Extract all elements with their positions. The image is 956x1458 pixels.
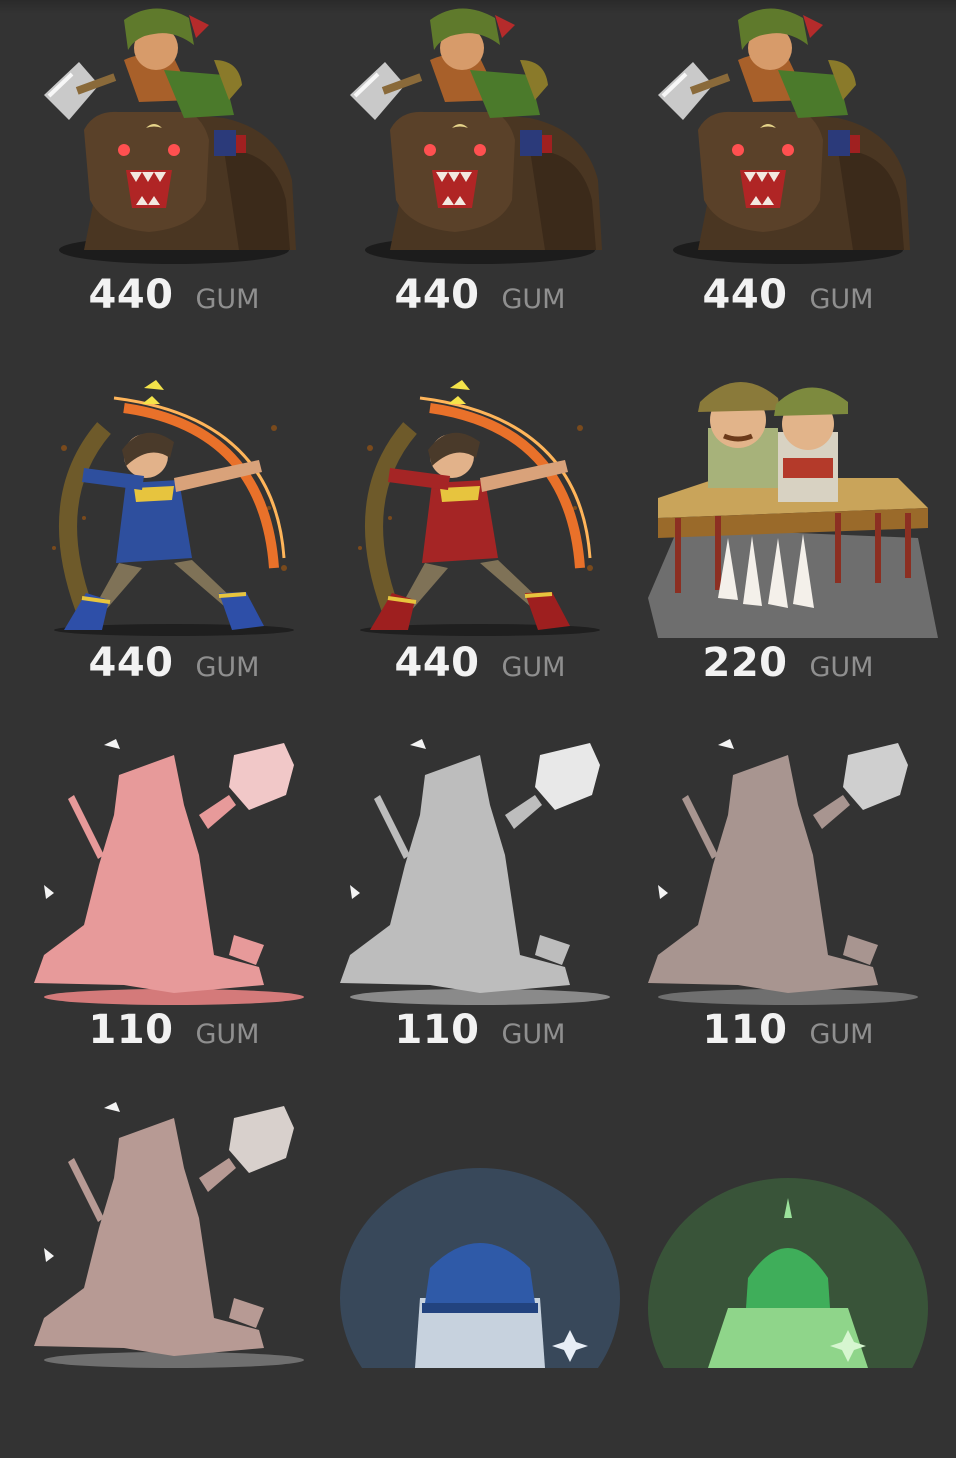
- price-amount: 110: [394, 1007, 480, 1053]
- price-amount: 440: [394, 272, 480, 318]
- shop-item[interactable]: 440 GUM: [330, 0, 630, 360]
- price-tag: 110 GUM: [638, 1007, 938, 1077]
- price-amount: 440: [702, 272, 788, 318]
- price-unit: GUM: [195, 284, 260, 315]
- price-unit: GUM: [501, 652, 566, 683]
- shop-item[interactable]: [638, 1098, 938, 1458]
- shop-item[interactable]: 440 GUM: [330, 368, 630, 728]
- green-dome-sprite-icon: [638, 1098, 938, 1368]
- knight-silhouette-sprite-icon: [24, 735, 324, 1005]
- price-tag: 110 GUM: [330, 1007, 630, 1077]
- shop-item[interactable]: [330, 1098, 630, 1458]
- knight-silhouette-sprite-icon: [638, 735, 938, 1005]
- blue-helmet-sprite-icon: [330, 1098, 630, 1368]
- price-tag: 110 GUM: [24, 1007, 324, 1077]
- knight-silhouette-sprite-icon: [24, 1098, 324, 1368]
- shop-item[interactable]: 440 GUM: [24, 0, 324, 360]
- price-unit: GUM: [809, 652, 874, 683]
- price-amount: 440: [394, 640, 480, 686]
- price-amount: 440: [88, 640, 174, 686]
- price-tag: 440 GUM: [638, 272, 938, 342]
- shop-item[interactable]: 110 GUM: [330, 735, 630, 1095]
- bear-rider-sprite-icon: [330, 0, 630, 270]
- price-tag: 440 GUM: [24, 272, 324, 342]
- shop-item[interactable]: 440 GUM: [24, 368, 324, 728]
- price-amount: 220: [702, 640, 788, 686]
- price-tag: 220 GUM: [638, 640, 938, 710]
- bear-rider-sprite-icon: [638, 0, 938, 270]
- price-amount: 110: [702, 1007, 788, 1053]
- shop-item[interactable]: 110 GUM: [638, 735, 938, 1095]
- price-tag: 440 GUM: [330, 640, 630, 710]
- knight-silhouette-sprite-icon: [330, 735, 630, 1005]
- price-unit: GUM: [501, 1019, 566, 1050]
- shop-item[interactable]: 220 GUM: [638, 368, 938, 728]
- shop-item[interactable]: 110 GUM: [24, 735, 324, 1095]
- price-unit: GUM: [195, 1019, 260, 1050]
- fire-archer-sprite-icon: [24, 368, 324, 638]
- price-unit: GUM: [809, 1019, 874, 1050]
- price-tag: 440 GUM: [24, 640, 324, 710]
- shop-item[interactable]: [24, 1098, 324, 1458]
- shop-grid: 440 GUM 440 GUM 440 GUM 440 GUM 440 GUM …: [0, 0, 956, 1200]
- price-amount: 440: [88, 272, 174, 318]
- price-tag: 440 GUM: [330, 272, 630, 342]
- price-unit: GUM: [809, 284, 874, 315]
- price-unit: GUM: [501, 284, 566, 315]
- fire-archer-sprite-icon: [330, 368, 630, 638]
- price-unit: GUM: [195, 652, 260, 683]
- conductors-sprite-icon: [638, 368, 938, 638]
- price-amount: 110: [88, 1007, 174, 1053]
- shop-item[interactable]: 440 GUM: [638, 0, 938, 360]
- bear-rider-sprite-icon: [24, 0, 324, 270]
